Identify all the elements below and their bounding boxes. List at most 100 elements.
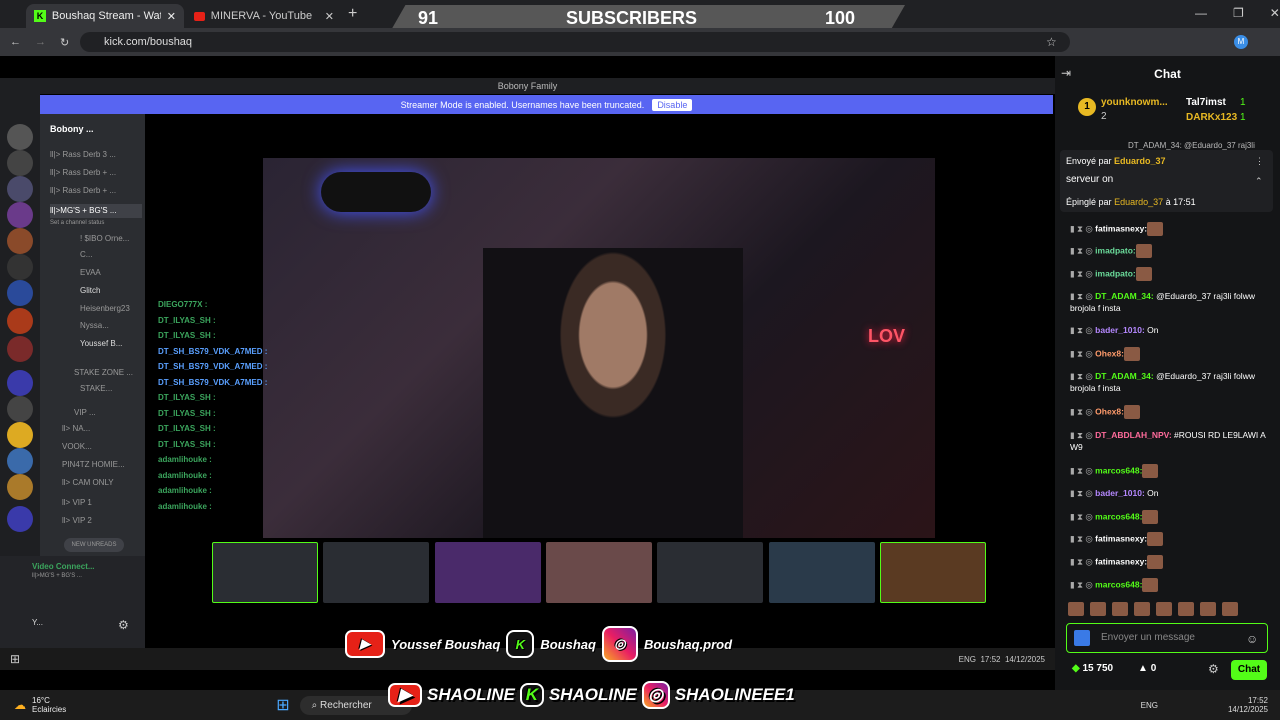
voice-connected-label[interactable]: Video Connect... <box>32 562 95 571</box>
voice-member[interactable]: Heisenberg23 <box>80 302 140 316</box>
close-icon[interactable]: ✕ <box>325 10 334 23</box>
back-icon[interactable]: ← <box>10 36 21 48</box>
voice-member[interactable]: Glitch <box>80 284 140 298</box>
emote-icon[interactable] <box>1200 602 1216 616</box>
emote-icon[interactable] <box>1222 602 1238 616</box>
chat-username[interactable]: DT_ABDLAH_NPV: <box>1095 430 1172 440</box>
new-unreads-pill[interactable]: NEW UNREADS <box>64 538 124 552</box>
window-controls[interactable]: — ❐ ✕ <box>1195 6 1280 20</box>
channel-item[interactable]: PIN4TZ HOMIE... <box>62 458 142 472</box>
chat-input[interactable]: Envoyer un message <box>1066 623 1268 653</box>
server-icon[interactable] <box>7 176 33 202</box>
server-icon[interactable] <box>7 422 33 448</box>
tab-kick[interactable]: K Boushaq Stream - Watch Li... ✕ <box>26 4 184 28</box>
channel-item[interactable]: STAKE... <box>80 382 136 396</box>
channel-item[interactable]: ll> VIP 2 <box>62 514 142 528</box>
chat-username[interactable]: DT_ADAM_34: <box>1095 371 1154 381</box>
voice-channel-label[interactable]: ll|>MG'S + BG'S ... <box>32 573 82 579</box>
server-name[interactable]: Bobony ... <box>50 122 142 136</box>
server-icon[interactable] <box>7 228 33 254</box>
voice-member[interactable]: Nyssa... <box>80 319 140 333</box>
chat-username[interactable]: imadpato: <box>1095 268 1136 278</box>
channel-item[interactable]: ll|> Rass Derb 3 ... <box>50 148 142 162</box>
chat-username[interactable]: DT_ADAM_34: <box>1095 291 1154 301</box>
server-icon[interactable] <box>7 150 33 176</box>
windows-start-icon[interactable]: ⊞ <box>276 695 289 715</box>
kick-emote-icon[interactable] <box>1074 630 1090 646</box>
participant-tile[interactable] <box>546 542 652 603</box>
server-icon[interactable] <box>7 506 33 532</box>
emote-icon[interactable] <box>1112 602 1128 616</box>
channel-item[interactable]: ll> NA... <box>62 422 118 436</box>
server-icon[interactable] <box>7 280 33 306</box>
chat-username[interactable]: Ohex8: <box>1095 406 1124 416</box>
voice-member[interactable]: C... <box>80 248 140 262</box>
url-field[interactable]: kick.com/boushaq <box>80 32 1070 52</box>
channel-points[interactable]: ◆ 15 750 <box>1072 663 1113 674</box>
server-icon[interactable] <box>7 308 33 334</box>
disable-button[interactable]: Disable <box>652 98 693 111</box>
weather-icon[interactable]: ☁ <box>14 698 26 712</box>
channel-item[interactable]: ll|> Rass Derb + ... <box>50 184 142 198</box>
voice-member[interactable]: EVAA <box>80 266 140 280</box>
participant-tile[interactable] <box>769 542 875 603</box>
server-icon[interactable] <box>7 254 33 280</box>
server-icon[interactable] <box>7 336 33 362</box>
top-gifter-name[interactable]: younknowm... <box>1101 97 1168 108</box>
channel-item[interactable]: VOOK... <box>62 440 118 454</box>
channel-item[interactable]: ll> VIP 1 <box>62 496 142 510</box>
participant-tile[interactable] <box>435 542 541 603</box>
chat-username[interactable]: fatimasnexy: <box>1095 533 1147 543</box>
participant-tile[interactable] <box>657 542 763 603</box>
chat-username[interactable]: marcos648: <box>1095 579 1142 589</box>
emote-icon[interactable] <box>1068 602 1084 616</box>
chat-settings-gear-icon[interactable]: ⚙ <box>1208 662 1219 676</box>
chat-username[interactable]: Ohex8: <box>1095 348 1124 358</box>
send-chat-button[interactable]: Chat <box>1231 660 1267 680</box>
category-label[interactable]: STAKE ZONE ... <box>74 366 140 380</box>
close-icon[interactable]: ✕ <box>167 10 176 23</box>
settings-gear-icon[interactable]: ⚙ <box>118 618 129 632</box>
emoji-icon[interactable]: ☺ <box>1246 632 1258 646</box>
more-options-icon[interactable]: ⋮ <box>1255 156 1264 167</box>
reload-icon[interactable]: ↻ <box>60 36 69 49</box>
server-icon[interactable] <box>7 396 33 422</box>
server-icon[interactable] <box>7 474 33 500</box>
server-icon[interactable] <box>7 202 33 228</box>
taskbar-clock[interactable]: 17:52 14/12/2025 <box>1228 696 1268 714</box>
forward-icon[interactable]: → <box>35 36 46 48</box>
server-icon[interactable] <box>7 370 33 396</box>
profile-avatar-icon[interactable]: M <box>1234 35 1248 49</box>
server-icon[interactable] <box>7 124 33 150</box>
chat-username[interactable]: bader_1010: <box>1095 488 1145 498</box>
participant-tile[interactable] <box>880 542 986 603</box>
participant-tile[interactable] <box>323 542 429 603</box>
gifter-name[interactable]: DARKx123 <box>1186 112 1237 123</box>
gifter-name[interactable]: Tal7imst <box>1186 97 1226 108</box>
chat-username[interactable]: imadpato: <box>1095 245 1136 255</box>
chat-username[interactable]: marcos648: <box>1095 465 1142 475</box>
new-tab-button[interactable]: + <box>348 5 357 23</box>
voice-member[interactable]: ! $IBO Orne... <box>80 232 140 246</box>
channel-item[interactable]: ll|> Rass Derb + ... <box>50 166 142 180</box>
channel-item[interactable]: ll> CAM ONLY <box>62 476 142 490</box>
language-indicator[interactable]: ENG <box>1141 701 1158 710</box>
participant-tile[interactable] <box>212 542 318 603</box>
server-icon[interactable] <box>7 448 33 474</box>
chat-username[interactable]: fatimasnexy: <box>1095 556 1147 566</box>
windows-start-icon[interactable]: ⊞ <box>10 652 20 666</box>
tab-youtube[interactable]: MINERVA - YouTube ✕ <box>186 4 342 28</box>
bookmark-star-icon[interactable]: ☆ <box>1046 35 1057 49</box>
chat-username[interactable]: bader_1010: <box>1095 325 1145 335</box>
channel-item[interactable]: VIP ... <box>74 406 140 420</box>
user-name[interactable]: Y... <box>32 618 43 627</box>
weather-widget[interactable]: 16°C Eclaircies <box>32 696 66 714</box>
pinned-pinner[interactable]: Eduardo_37 <box>1114 197 1163 207</box>
emote-icon[interactable] <box>1156 602 1172 616</box>
chat-username[interactable]: marcos648: <box>1095 511 1142 521</box>
channel-status[interactable]: Set a channel status <box>50 216 142 230</box>
emote-icon[interactable] <box>1090 602 1106 616</box>
voice-member[interactable]: Youssef B... <box>80 337 140 351</box>
emote-icon[interactable] <box>1178 602 1194 616</box>
chevron-up-icon[interactable]: ⌃ <box>1255 176 1263 187</box>
